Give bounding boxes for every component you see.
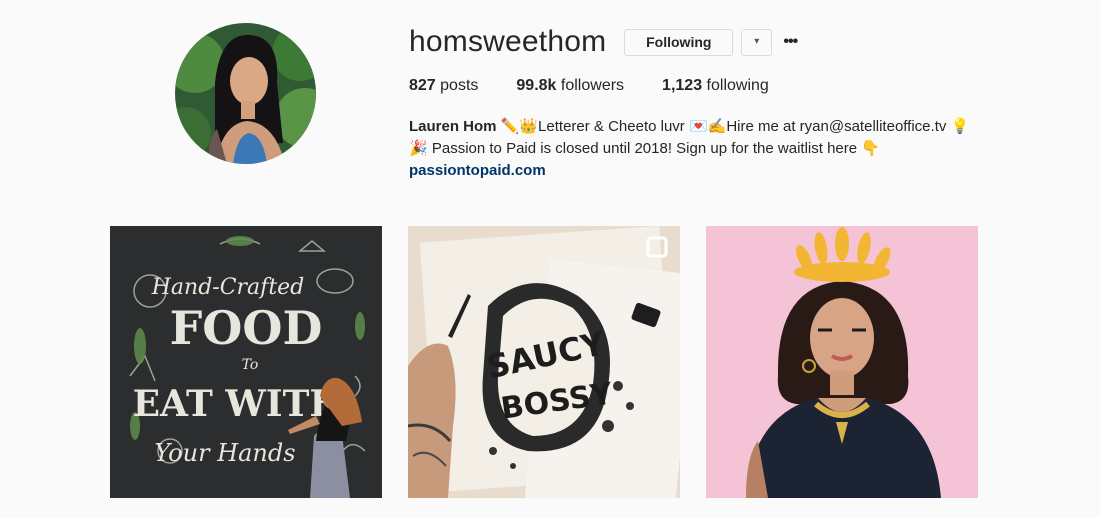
following-label: following (706, 77, 769, 94)
avatar-photo (175, 23, 316, 164)
profile-full-name: Lauren Hom (409, 118, 497, 135)
profile-avatar[interactable] (175, 23, 316, 164)
post-tile-saucy-bossy[interactable]: SAUCY BOSSY (408, 226, 680, 498)
party-popper-emoji-icon: 🎉 (409, 140, 428, 157)
bio-website-link[interactable]: passiontopaid.com (409, 160, 969, 182)
bio-text: Passion to Paid is closed until 2018! Si… (427, 140, 862, 157)
lightbulb-emoji-icon: 💡 (950, 118, 970, 135)
pencil-crown-emoji-icon: ✏️👑 (500, 118, 539, 135)
followers-label: followers (560, 77, 625, 94)
cheeto-crown-portrait-image (706, 226, 978, 498)
bio-line-1: Lauren Hom ✏️👑Letterer & Cheeto luvr 💌✍️… (409, 116, 969, 138)
profile-header: homsweethom Following ▾ ••• (409, 24, 798, 60)
more-options-button[interactable]: ••• (782, 32, 798, 52)
chevron-down-icon: ▾ (754, 36, 760, 47)
bio-text: Hire me at ryan@satelliteoffice.tv (726, 118, 951, 135)
posts-count: 827 (409, 77, 436, 94)
mural-word-handcrafted: Hand-Crafted (151, 275, 305, 300)
mural-word-to: To (242, 357, 259, 373)
posts-label: posts (440, 77, 479, 94)
mural-word-food: FOOD (170, 301, 323, 355)
ellipsis-icon: ••• (783, 33, 798, 50)
profile-stats: 827 posts 99.8k followers 1,123 followin… (409, 77, 807, 95)
post-tile-chalkboard[interactable]: Hand-Crafted FOOD To EAT WITH Your Hands (110, 226, 382, 498)
following-count: 1,123 (662, 77, 703, 94)
saucy-bossy-sketch-image: SAUCY BOSSY (408, 226, 680, 498)
pointing-down-emoji-icon: 👇 (861, 140, 880, 157)
following-stat[interactable]: 1,123 following (662, 77, 769, 95)
love-letter-writing-emoji-icon: 💌✍️ (688, 118, 727, 135)
followers-count: 99.8k (516, 77, 557, 94)
post-tile-cheeto-crown[interactable] (706, 226, 978, 498)
following-button[interactable]: Following (624, 28, 734, 56)
suggested-dropdown-button[interactable]: ▾ (741, 28, 773, 56)
chalkboard-mural-image: Hand-Crafted FOOD To EAT WITH Your Hands (110, 226, 382, 498)
posts-stat: 827 posts (409, 77, 478, 95)
mural-word-your-hands: Your Hands (154, 439, 295, 467)
posts-grid: Hand-Crafted FOOD To EAT WITH Your Hands (110, 226, 978, 498)
bio-line-2: 🎉 Passion to Paid is closed until 2018! … (409, 138, 969, 160)
bio-text: Letterer & Cheeto luvr (538, 118, 689, 135)
followers-stat[interactable]: 99.8k followers (516, 77, 624, 95)
profile-bio: Lauren Hom ✏️👑Letterer & Cheeto luvr 💌✍️… (409, 116, 969, 182)
profile-username: homsweethom (409, 25, 607, 58)
